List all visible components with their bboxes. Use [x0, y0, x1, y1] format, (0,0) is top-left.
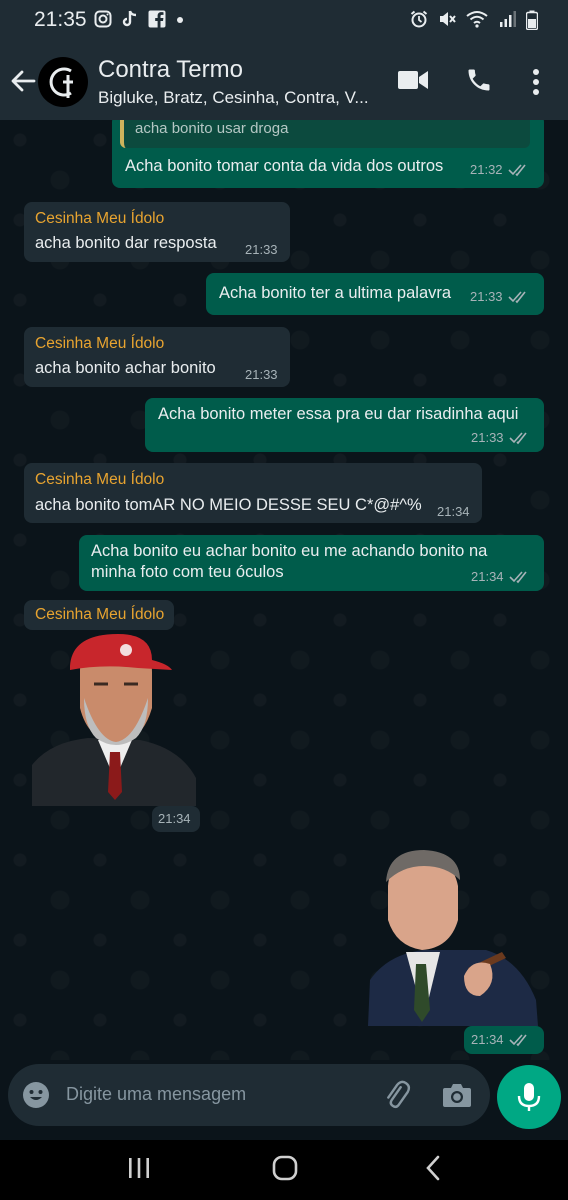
message-meta: 21:33: [470, 289, 530, 304]
sender-name[interactable]: Cesinha Meu Ídolo: [35, 335, 164, 353]
camera-icon[interactable]: [442, 1082, 472, 1108]
status-bar: 21:35: [0, 0, 568, 42]
chat-area[interactable]: acha bonito usar droga Acha bonito tomar…: [0, 120, 568, 1060]
video-call-icon[interactable]: [398, 70, 428, 90]
emoji-icon[interactable]: [22, 1081, 50, 1109]
message-text-line: Acha bonito eu achar bonito eu me achand…: [91, 542, 488, 560]
message-meta: 21:33: [471, 430, 531, 445]
mic-button[interactable]: [497, 1065, 561, 1129]
group-logo-icon: [49, 67, 73, 98]
message-text: Acha bonito meter essa pra eu dar risadi…: [158, 405, 519, 423]
message-time: 21:34: [158, 811, 191, 826]
message-outgoing[interactable]: Acha bonito ter a ultima palavra 21:33: [206, 273, 544, 315]
message-meta: 21:34: [471, 1032, 531, 1047]
double-check-icon: [508, 570, 527, 583]
message-outgoing[interactable]: Acha bonito eu achar bonito eu me achand…: [79, 535, 544, 591]
quoted-message[interactable]: acha bonito usar droga: [120, 120, 530, 148]
message-meta: 21:34: [471, 569, 531, 584]
double-check-icon: [508, 1033, 527, 1046]
attach-icon[interactable]: [382, 1080, 412, 1110]
message-time: 21:34: [437, 504, 470, 519]
message-text: acha bonito tomAR NO MEIO DESSE SEU C*@#…: [35, 496, 422, 514]
sticker-sender-label[interactable]: Cesinha Meu Ídolo: [24, 600, 174, 630]
group-avatar[interactable]: [38, 57, 88, 107]
sticker-time-badge: 21:34: [152, 806, 200, 832]
message-input[interactable]: Digite uma mensagem: [8, 1064, 490, 1126]
message-time: 21:34: [471, 569, 504, 584]
tiktok-icon: [122, 10, 137, 27]
system-nav-bar: [0, 1140, 568, 1200]
message-time: 21:33: [471, 430, 504, 445]
mic-icon: [517, 1083, 541, 1111]
alarm-icon: [410, 10, 428, 28]
more-vert-icon[interactable]: [532, 68, 540, 96]
message-text: acha bonito dar resposta: [35, 234, 217, 252]
back-arrow-icon[interactable]: [10, 68, 36, 94]
signal-icon: [500, 11, 516, 27]
battery-icon: [526, 10, 538, 30]
double-check-icon: [507, 290, 526, 303]
message-text: acha bonito achar bonito: [35, 359, 216, 377]
quoted-text: acha bonito usar droga: [135, 120, 289, 137]
message-time: 21:33: [245, 367, 278, 382]
double-check-icon: [508, 431, 527, 444]
sticker-image[interactable]: [30, 630, 198, 806]
message-time: 21:34: [471, 1032, 504, 1047]
group-members[interactable]: Bigluke, Bratz, Cesinha, Contra, V...: [98, 88, 369, 108]
message-text: Acha bonito ter a ultima palavra: [219, 284, 452, 302]
status-time: 21:35: [34, 8, 87, 31]
home-icon[interactable]: [272, 1155, 298, 1181]
message-time: 21:32: [470, 162, 503, 177]
sticker-image[interactable]: [368, 850, 544, 1026]
message-outgoing[interactable]: acha bonito usar droga Acha bonito tomar…: [112, 120, 544, 188]
sender-name[interactable]: Cesinha Meu Ídolo: [35, 210, 164, 228]
sender-name[interactable]: Cesinha Meu Ídolo: [35, 471, 164, 489]
message-incoming[interactable]: Cesinha Meu Ídolo acha bonito achar boni…: [24, 327, 290, 387]
message-meta: 21:34: [437, 504, 470, 519]
group-title[interactable]: Contra Termo: [98, 56, 243, 84]
message-incoming[interactable]: Cesinha Meu Ídolo acha bonito dar respos…: [24, 202, 290, 262]
status-right-icons: [410, 10, 538, 30]
message-text: Acha bonito tomar conta da vida dos outr…: [125, 157, 444, 175]
message-time: 21:33: [245, 242, 278, 257]
composer-bar: Digite uma mensagem: [0, 1060, 568, 1140]
message-meta: 21:32: [470, 162, 530, 177]
back-icon[interactable]: [424, 1155, 442, 1181]
facebook-icon: [148, 10, 166, 28]
sticker-time-badge: 21:34: [464, 1026, 544, 1054]
sender-name[interactable]: Cesinha Meu Ídolo: [35, 606, 164, 624]
status-left-icons: [94, 10, 184, 28]
message-meta: 21:33: [245, 242, 278, 257]
wifi-icon: [466, 11, 488, 28]
message-incoming[interactable]: Cesinha Meu Ídolo acha bonito tomAR NO M…: [24, 463, 482, 523]
phone-icon[interactable]: [465, 66, 493, 94]
double-check-icon: [507, 163, 526, 176]
recent-apps-icon[interactable]: [127, 1156, 151, 1180]
message-meta: 21:33: [245, 367, 278, 382]
message-time: 21:33: [470, 289, 503, 304]
mute-icon: [440, 12, 456, 26]
instagram-icon: [94, 10, 112, 28]
chat-header: Contra Termo Bigluke, Bratz, Cesinha, Co…: [0, 42, 568, 120]
message-text-line: minha foto com teu óculos: [91, 563, 284, 581]
dot-icon: [177, 17, 183, 23]
message-input-placeholder: Digite uma mensagem: [66, 1084, 247, 1104]
message-outgoing[interactable]: Acha bonito meter essa pra eu dar risadi…: [145, 398, 544, 452]
